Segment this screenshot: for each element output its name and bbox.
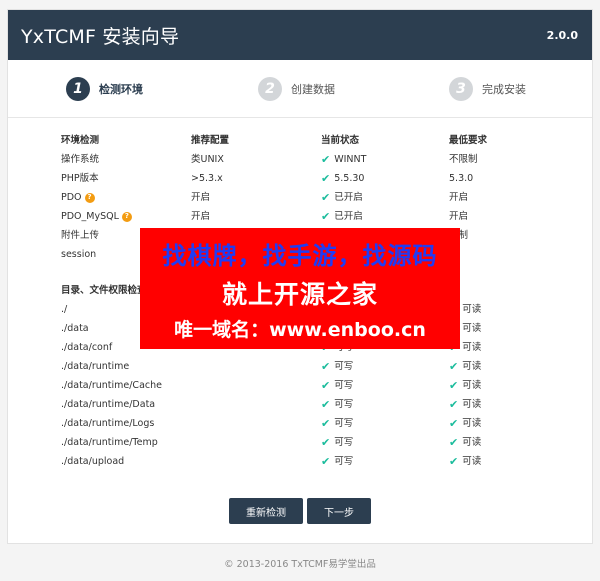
check-icon: ✔ [321,210,331,223]
check-icon: ✔ [321,436,331,449]
step-label: 创建数据 [291,83,335,96]
table-row: 操作系统 类UNIX ✔ WINNT 不限制 [8,150,592,169]
help-icon[interactable]: ? [84,192,95,203]
header-current: 当前状态 [321,135,360,146]
table-row: ./data/runtime/Temp ✔ 可写 ✔ 可读 [8,433,592,452]
step-number-icon: 1 [66,77,90,101]
check-icon: ✔ [449,360,459,373]
env-name: PHP版本 [61,173,99,184]
dir-write: ✔可写 [321,414,353,433]
header-dir-check: 目录、文件权限检查 [61,285,147,296]
action-buttons: 重新检测 下一步 [8,498,592,524]
dir-read: ✔可读 [449,414,481,433]
env-recommended: 开启 [191,192,211,203]
help-icon[interactable]: ? [121,211,132,222]
header-env: 环境检测 [61,135,100,146]
dir-read: ✔可读 [449,357,481,376]
check-icon: ✔ [449,417,459,430]
env-name: 附件上传 [61,230,100,241]
next-step-button[interactable]: 下一步 [307,498,371,524]
step-finish-install: 3 完成安装 [449,77,526,101]
env-current: ✔ 5.5.30 [321,169,364,188]
ad-line-3: 唯一域名：www.enboo.cn [174,319,426,341]
check-icon: ✔ [321,398,331,411]
table-row: PHP版本 >5.3.x ✔ 5.5.30 5.3.0 [8,169,592,188]
ad-line-1: 找棋牌，找手游，找源码 [162,242,438,270]
check-icon: ✔ [321,172,331,185]
env-name: PDO_MySQL? [61,207,132,226]
header-bar: YxTCMF 安装向导 2.0.0 [8,10,592,60]
check-icon: ✔ [449,379,459,392]
dir-write: ✔可写 [321,433,353,452]
env-min: 不限制 [449,154,478,165]
version-label: 2.0.0 [546,28,578,42]
ad-line-2: 就上开源之家 [221,280,378,309]
dir-path: ./data/upload [61,456,125,467]
check-icon: ✔ [321,455,331,468]
table-header: 环境检测 推荐配置 当前状态 最低要求 [8,131,592,150]
check-icon: ✔ [321,153,331,166]
env-recommended: 开启 [191,211,211,222]
footer-copyright: © 2013-2016 TxTCMF易学堂出品 [224,559,376,570]
dir-path: ./data/runtime/Temp [61,437,158,448]
dir-read: ✔可读 [449,376,481,395]
step-label: 检测环境 [99,83,143,96]
dir-write: ✔可写 [321,357,353,376]
env-current: ✔ 已开启 [321,207,363,226]
dir-write: ✔可写 [321,376,353,395]
dir-path: ./data/runtime/Logs [61,418,155,429]
table-row: ./data/runtime/Cache ✔ 可写 ✔ 可读 [8,376,592,395]
check-icon: ✔ [321,379,331,392]
step-label: 完成安装 [482,83,526,96]
check-icon: ✔ [321,417,331,430]
dir-path: ./data/runtime/Cache [61,380,162,391]
env-min: 5.3.0 [449,173,474,184]
env-min: 开启 [449,192,469,203]
dir-path: ./ [61,304,68,315]
check-icon: ✔ [449,455,459,468]
step-check-environment: 1 检测环境 [66,77,143,101]
dir-path: ./data/runtime/Data [61,399,156,410]
env-name: 操作系统 [61,154,100,165]
table-row: PDO_MySQL? 开启 ✔ 已开启 开启 [8,207,592,226]
env-min: 开启 [449,211,469,222]
check-icon: ✔ [321,191,331,204]
dir-path: ./data/runtime [61,361,130,372]
check-icon: ✔ [449,398,459,411]
header-recommended: 推荐配置 [191,135,230,146]
table-row: ./data/runtime/Data ✔ 可写 ✔ 可读 [8,395,592,414]
env-current: ✔ 已开启 [321,188,363,207]
table-row: ./data/runtime/Logs ✔ 可写 ✔ 可读 [8,414,592,433]
dir-read: ✔可读 [449,395,481,414]
env-recommended: >5.3.x [191,173,223,184]
env-name: session [61,249,97,260]
step-number-icon: 3 [449,77,473,101]
dir-path: ./data/conf [61,342,113,353]
step-create-data: 2 创建数据 [258,77,335,101]
table-row: ./data/runtime ✔ 可写 ✔ 可读 [8,357,592,376]
dir-write: ✔可写 [321,395,353,414]
dir-read: ✔可读 [449,433,481,452]
header-minimum: 最低要求 [449,135,488,146]
env-recommended: 类UNIX [191,154,224,165]
check-icon: ✔ [449,436,459,449]
step-indicator: 1 检测环境 2 创建数据 3 完成安装 [8,60,592,118]
dir-path: ./data [61,323,89,334]
ad-banner[interactable]: 找棋牌，找手游，找源码 就上开源之家 唯一域名：www.enboo.cn [140,228,460,349]
table-row: PDO? 开启 ✔ 已开启 开启 [8,188,592,207]
dir-read: ✔可读 [449,452,481,471]
recheck-button[interactable]: 重新检测 [229,498,303,524]
table-row: ./data/upload ✔ 可写 ✔ 可读 [8,452,592,471]
app-title: YxTCMF 安装向导 [21,25,180,48]
step-number-icon: 2 [258,77,282,101]
env-current: ✔ WINNT [321,150,366,169]
check-icon: ✔ [321,360,331,373]
env-name: PDO? [61,188,95,207]
dir-write: ✔可写 [321,452,353,471]
